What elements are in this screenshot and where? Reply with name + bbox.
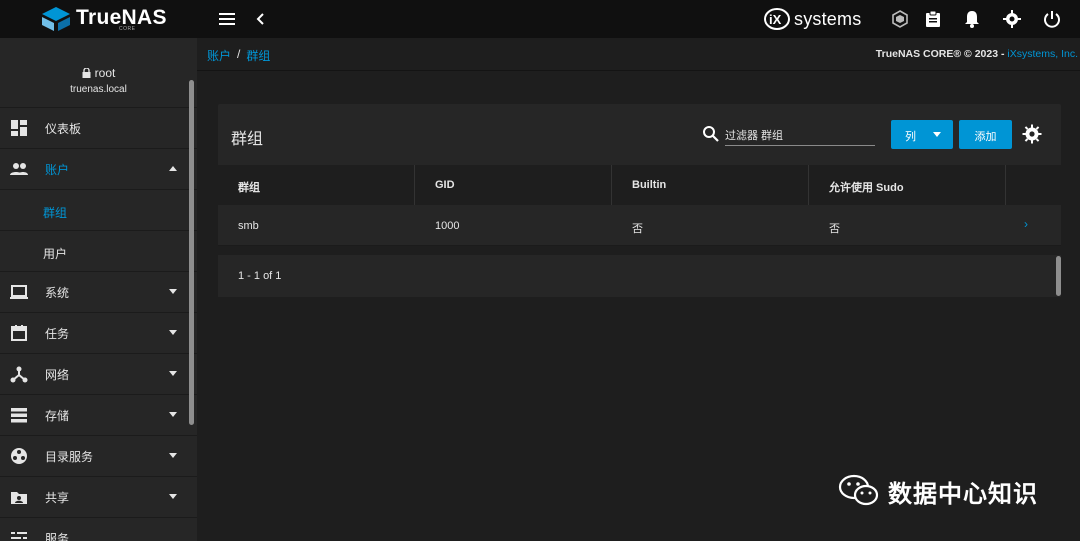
sidebar-item-services[interactable]: 服务 — [0, 518, 197, 541]
chevron-down-icon — [169, 412, 177, 417]
chevron-up-icon — [169, 166, 177, 171]
svg-text:iX: iX — [769, 12, 782, 27]
directory-icon — [11, 448, 27, 464]
sidebar-item-system[interactable]: 系统 — [0, 272, 197, 313]
chevron-down-icon — [169, 330, 177, 335]
brand-text: systems — [794, 9, 862, 29]
sidebar-item-directory-services[interactable]: 目录服务 — [0, 436, 197, 477]
sidebar-item-network[interactable]: 网络 — [0, 354, 197, 395]
breadcrumb-bar: 账户 / 群组 TrueNAS CORE® © 2023 - iXsystems… — [197, 38, 1080, 71]
sidebar-item-storage[interactable]: 存储 — [0, 395, 197, 436]
table-settings-gear-icon[interactable] — [1022, 124, 1042, 144]
user-info: root truenas.local — [0, 38, 197, 108]
laptop-icon — [10, 285, 28, 299]
top-bar: TrueNAS CORE iX systems — [0, 0, 1080, 38]
columns-button-label: 列 — [905, 131, 916, 143]
watermark: 数据中心知识 — [838, 473, 1038, 509]
logo-subtext: CORE — [119, 26, 136, 32]
power-icon[interactable] — [1041, 8, 1063, 30]
breadcrumb-separator: / — [237, 47, 241, 61]
caret-down-icon — [933, 132, 941, 137]
ix-logo-icon: iX — [764, 8, 790, 30]
copyright-notice: TrueNAS CORE® © 2023 - iXsystems, Inc. — [876, 48, 1078, 60]
services-icon — [11, 532, 27, 539]
chevron-down-icon — [169, 453, 177, 458]
sidebar-subitem-label: 用户 — [43, 247, 68, 261]
settings-gear-icon[interactable] — [1001, 8, 1023, 30]
sidebar-subitem-users[interactable]: 用户 — [0, 231, 197, 272]
sidebar-subitem-groups[interactable]: 群组 — [0, 190, 197, 231]
column-header-group[interactable]: 群组 — [218, 165, 415, 205]
username: root — [94, 66, 116, 80]
table-footer: 1 - 1 of 1 — [218, 255, 1061, 297]
collapse-sidebar-icon[interactable] — [249, 8, 271, 30]
chevron-down-icon — [169, 494, 177, 499]
people-icon — [10, 163, 28, 175]
lock-icon — [82, 68, 91, 78]
sidebar-item-label: 服务 — [45, 531, 70, 541]
ixsystems-brand[interactable]: iX systems — [764, 8, 864, 30]
network-icon — [10, 366, 28, 383]
breadcrumb-link-accounts[interactable]: 账户 — [207, 47, 231, 64]
sidebar-scrollbar[interactable] — [189, 80, 194, 425]
sidebar-item-label: 仪表板 — [45, 121, 82, 136]
sidebar-item-tasks[interactable]: 任务 — [0, 313, 197, 354]
truenas-logo[interactable]: TrueNAS CORE — [40, 4, 170, 34]
hostname: truenas.local — [70, 84, 127, 95]
add-button[interactable]: 添加 — [959, 120, 1012, 149]
breadcrumb: 账户 / 群组 — [207, 47, 270, 64]
table-scrollbar[interactable] — [1056, 256, 1061, 296]
truenas-logo-icon — [42, 7, 70, 31]
cell-sudo: 否 — [829, 223, 840, 235]
table-header: 群组 GID Builtin 允许使用 Sudo — [218, 165, 1061, 205]
share-icon — [11, 492, 27, 504]
sidebar-item-label: 系统 — [45, 285, 70, 300]
sidebar-item-label: 网络 — [45, 367, 70, 382]
notifications-icon[interactable] — [961, 8, 983, 30]
cell-builtin: 否 — [632, 223, 643, 235]
filter-input[interactable]: 过滤器 群组 — [725, 122, 875, 146]
groups-card: 群组 过滤器 群组 列 添加 群组 GID Builtin 允许使用 Sudo … — [218, 104, 1061, 297]
column-header-gid[interactable]: GID — [415, 165, 612, 205]
copyright-text: TrueNAS CORE® © 2023 - — [875, 48, 1008, 60]
menu-toggle-icon[interactable] — [217, 8, 239, 30]
sidebar-item-label: 存储 — [45, 408, 70, 423]
sidebar-item-label: 目录服务 — [45, 449, 94, 464]
sidebar-item-sharing[interactable]: 共享 — [0, 477, 197, 518]
dashboard-icon — [11, 120, 27, 136]
sidebar-item-label: 任务 — [45, 326, 70, 341]
breadcrumb-link-groups[interactable]: 群组 — [246, 47, 270, 64]
columns-button[interactable]: 列 — [891, 120, 953, 149]
column-header-builtin[interactable]: Builtin — [612, 165, 809, 205]
page-title: 群组 — [231, 131, 264, 148]
expand-row-chevron-icon[interactable]: › — [1024, 217, 1028, 231]
wechat-icon — [838, 474, 879, 506]
storage-icon — [11, 408, 27, 423]
sidebar-item-accounts[interactable]: 账户 — [0, 149, 197, 190]
table-spacer — [218, 246, 1061, 255]
column-header-sudo[interactable]: 允许使用 Sudo — [809, 165, 1006, 205]
ixsystems-link[interactable]: iXsystems, Inc. — [1007, 48, 1078, 60]
sidebar-item-label: 账户 — [45, 162, 70, 177]
cell-group: smb — [238, 220, 259, 232]
chevron-down-icon — [169, 371, 177, 376]
truecommand-icon[interactable] — [889, 8, 911, 30]
sidebar: root truenas.local 仪表板 账户 群组 用户 系统 任务 网络… — [0, 38, 197, 541]
cell-gid: 1000 — [435, 220, 460, 232]
calendar-icon — [11, 325, 27, 341]
search-icon — [703, 126, 719, 142]
chevron-down-icon — [169, 289, 177, 294]
sidebar-item-dashboard[interactable]: 仪表板 — [0, 108, 197, 149]
table-row[interactable]: smb 1000 否 否 › — [218, 205, 1061, 246]
pagination-info: 1 - 1 of 1 — [238, 270, 282, 282]
sidebar-item-label: 共享 — [45, 490, 70, 505]
watermark-text: 数据中心知识 — [888, 480, 1038, 508]
clipboard-icon[interactable] — [922, 8, 944, 30]
sidebar-subitem-label: 群组 — [43, 206, 68, 220]
